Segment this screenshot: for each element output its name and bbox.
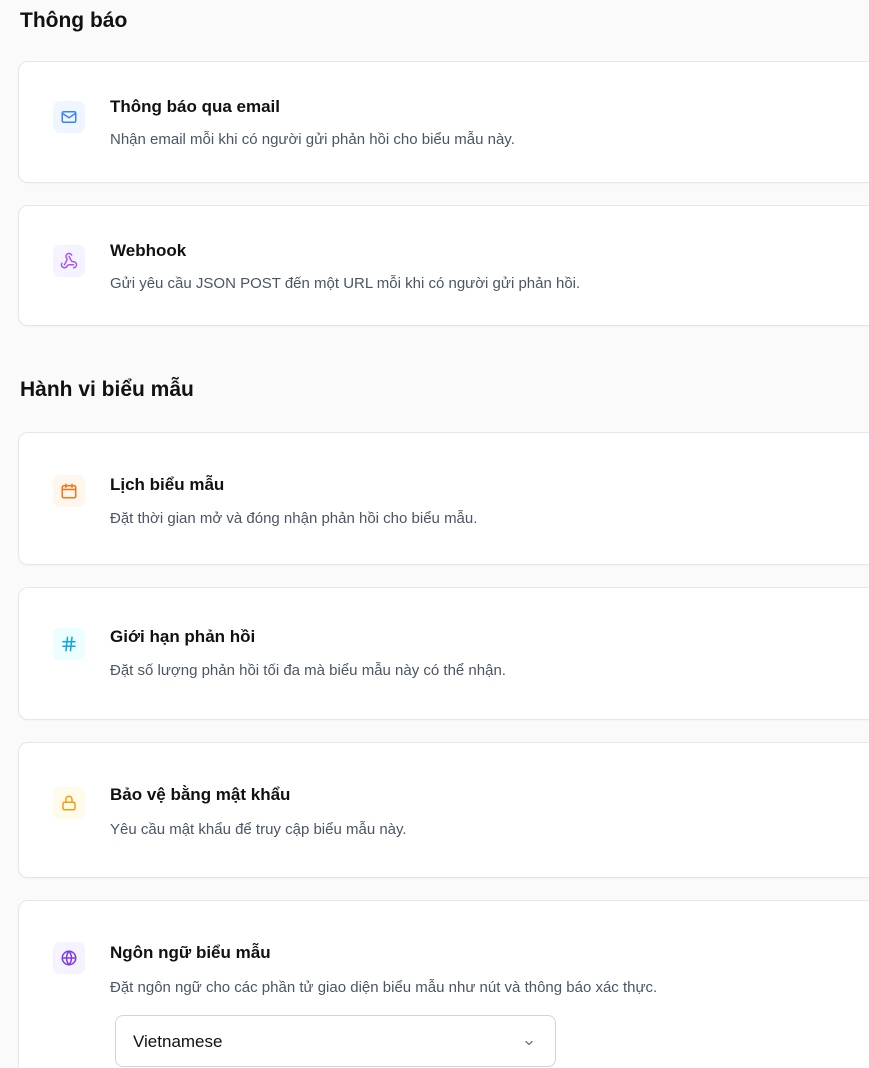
chevron-down-icon [523, 1036, 535, 1054]
mail-icon [53, 101, 85, 133]
form-schedule-card[interactable]: Lịch biểu mẫu Đặt thời gian mở và đóng n… [18, 432, 869, 565]
globe-icon [53, 942, 85, 974]
email-notification-card[interactable]: Thông báo qua email Nhận email mỗi khi c… [18, 61, 869, 183]
form-language-title: Ngôn ngữ biểu mẫu [110, 943, 271, 962]
hash-icon [53, 628, 85, 660]
form-schedule-title: Lịch biểu mẫu [110, 475, 225, 494]
email-notification-title: Thông báo qua email [110, 97, 281, 116]
language-select[interactable]: Vietnamese [115, 1015, 556, 1067]
password-protection-title: Bảo vệ bằng mật khẩu [110, 785, 291, 804]
webhook-title: Webhook [110, 241, 187, 260]
webhook-description: Gửi yêu cầu JSON POST đến một URL mỗi kh… [110, 275, 581, 292]
response-limit-title: Giới hạn phản hồi [110, 627, 256, 646]
webhook-icon [53, 245, 85, 277]
form-language-card: Ngôn ngữ biểu mẫu Đặt ngôn ngữ cho các p… [18, 900, 869, 1068]
settings-page: Thông báo Thông báo qua email Nhận email… [0, 0, 869, 1068]
calendar-icon [53, 475, 85, 507]
email-notification-description: Nhận email mỗi khi có người gửi phản hồi… [110, 131, 515, 148]
section-title-notifications: Thông báo [20, 9, 128, 32]
password-protection-description: Yêu cầu mật khẩu để truy cập biểu mẫu nà… [110, 821, 407, 838]
webhook-card[interactable]: Webhook Gửi yêu cầu JSON POST đến một UR… [18, 205, 869, 326]
lock-icon [53, 787, 85, 819]
response-limit-description: Đặt số lượng phản hồi tối đa mà biểu mẫu… [110, 662, 506, 679]
form-schedule-description: Đặt thời gian mở và đóng nhận phản hồi c… [110, 510, 478, 527]
language-select-value: Vietnamese [133, 1032, 223, 1051]
section-title-form-behavior: Hành vi biểu mẫu [20, 378, 194, 401]
form-language-description: Đặt ngôn ngữ cho các phần tử giao diện b… [110, 979, 658, 996]
response-limit-card[interactable]: Giới hạn phản hồi Đặt số lượng phản hồi … [18, 587, 869, 720]
password-protection-card[interactable]: Bảo vệ bằng mật khẩu Yêu cầu mật khẩu để… [18, 742, 869, 878]
